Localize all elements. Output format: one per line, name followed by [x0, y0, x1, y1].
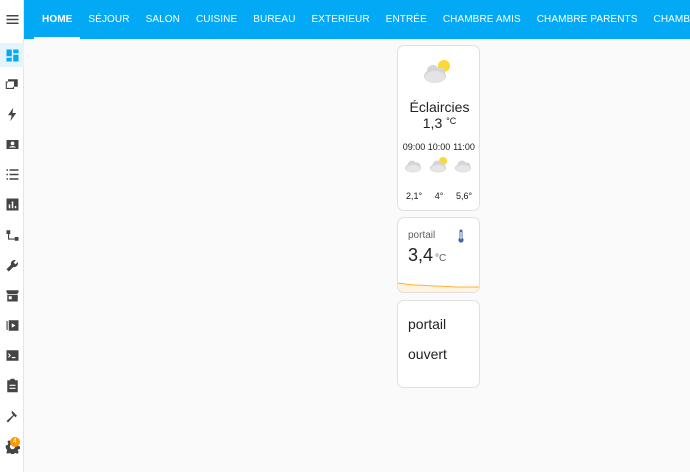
weather-temperature: 1,3 °C: [398, 115, 479, 131]
sidebar-item-history[interactable]: [0, 192, 24, 216]
sidebar-item-media[interactable]: [0, 313, 24, 337]
lightning-icon: [7, 107, 16, 121]
tab-séjour[interactable]: SÉJOUR: [80, 0, 137, 39]
weather-temperature-value: 1,3: [422, 115, 443, 131]
tab-entrée[interactable]: ENTRÉE: [378, 0, 435, 39]
forecast-time: 09:00: [402, 142, 426, 152]
sidebar-item-people[interactable]: [0, 132, 24, 156]
clipboard-icon: [6, 378, 18, 392]
entity-state-card[interactable]: portail ouvert: [397, 300, 480, 388]
terminal-icon: [6, 349, 18, 361]
weather-condition: Éclaircies: [409, 99, 470, 115]
forecast-temperature: 2,1°: [405, 191, 423, 201]
sensor-value-number: 3,4: [408, 245, 434, 265]
tab-chambre-amis[interactable]: CHAMBRE AMIS: [435, 0, 529, 39]
hamburger-menu-icon: [6, 14, 18, 24]
sidebar-item-settings[interactable]: 4: [0, 434, 24, 458]
tab-bureau[interactable]: BUREAU: [245, 0, 303, 39]
forecast-time: 11:00: [453, 142, 475, 152]
devices-icon: [5, 78, 18, 89]
forecast-item: 11:00 5,6°: [452, 142, 476, 201]
sidebar-item-tools[interactable]: [0, 253, 24, 277]
sidebar-item-hacs[interactable]: [0, 283, 24, 307]
cloudy-icon: [455, 160, 471, 173]
sidebar-item-terminal[interactable]: [0, 343, 24, 367]
tab-salon[interactable]: SALON: [138, 0, 188, 39]
sensor-card[interactable]: portail 3,4 °C: [397, 217, 480, 293]
sidebar-item-developer-tools[interactable]: [0, 404, 24, 428]
tab-chambre-kilian[interactable]: CHAMBRE KILIAN: [646, 0, 690, 39]
store-icon: [6, 289, 18, 301]
partly-cloudy-icon: [430, 157, 447, 173]
sidebar-item-energy[interactable]: [0, 102, 24, 126]
sensor-history-graph: [398, 282, 479, 292]
forecast-temperature: 4°: [434, 191, 444, 201]
weather-forecast-card[interactable]: Éclaircies 1,3 °C 09:00 2,1° 10:00 4° 11:00 5…: [397, 45, 480, 211]
forecast-time: 10:00: [427, 142, 451, 152]
list-icon: [6, 168, 18, 180]
sidebar-item-clipboard[interactable]: [0, 373, 24, 397]
person-card-icon: [6, 139, 18, 149]
hammer-icon: [6, 410, 17, 422]
notification-badge: 4: [10, 437, 20, 447]
sensor-value: 3,4 °C: [408, 245, 446, 266]
sitemap-icon: [6, 229, 18, 241]
forecast-item: 10:00 4°: [427, 142, 451, 201]
tab-chambre-parents[interactable]: CHAMBRE PARENTS: [529, 0, 646, 39]
entity-state: ouvert: [408, 346, 447, 362]
top-app-bar: HOME SÉJOUR SALON CUISINE BUREAU EXTERIEUR ENT…: [24, 0, 690, 39]
media-play-icon: [6, 319, 18, 331]
sidebar-item-menu[interactable]: [0, 7, 24, 31]
sidebar-item-logbook[interactable]: [0, 162, 24, 186]
sensor-unit: °C: [435, 253, 447, 264]
tab-exterieur[interactable]: EXTERIEUR: [304, 0, 378, 39]
partly-cloudy-icon: [424, 60, 450, 83]
cloudy-icon: [405, 160, 421, 173]
sidebar: 4: [0, 0, 24, 472]
chart-icon: [6, 198, 18, 210]
weather-temperature-unit: °C: [446, 116, 457, 126]
wrench-icon: [6, 259, 18, 271]
thermometer-icon: [458, 229, 464, 243]
dashboard-icon: [6, 49, 18, 61]
sidebar-item-devices[interactable]: [0, 72, 24, 96]
entity-name: portail: [408, 316, 447, 332]
forecast-item: 09:00 2,1°: [402, 142, 426, 201]
forecast-temperature: 5,6°: [455, 191, 473, 201]
sidebar-item-node-red[interactable]: [0, 223, 24, 247]
sensor-name: portail: [408, 230, 436, 241]
tab-cuisine[interactable]: CUISINE: [188, 0, 245, 39]
view-tabs: HOME SÉJOUR SALON CUISINE BUREAU EXTERIEUR ENT…: [24, 0, 690, 39]
sidebar-item-overview[interactable]: [0, 43, 24, 67]
tab-home[interactable]: HOME: [34, 0, 81, 39]
